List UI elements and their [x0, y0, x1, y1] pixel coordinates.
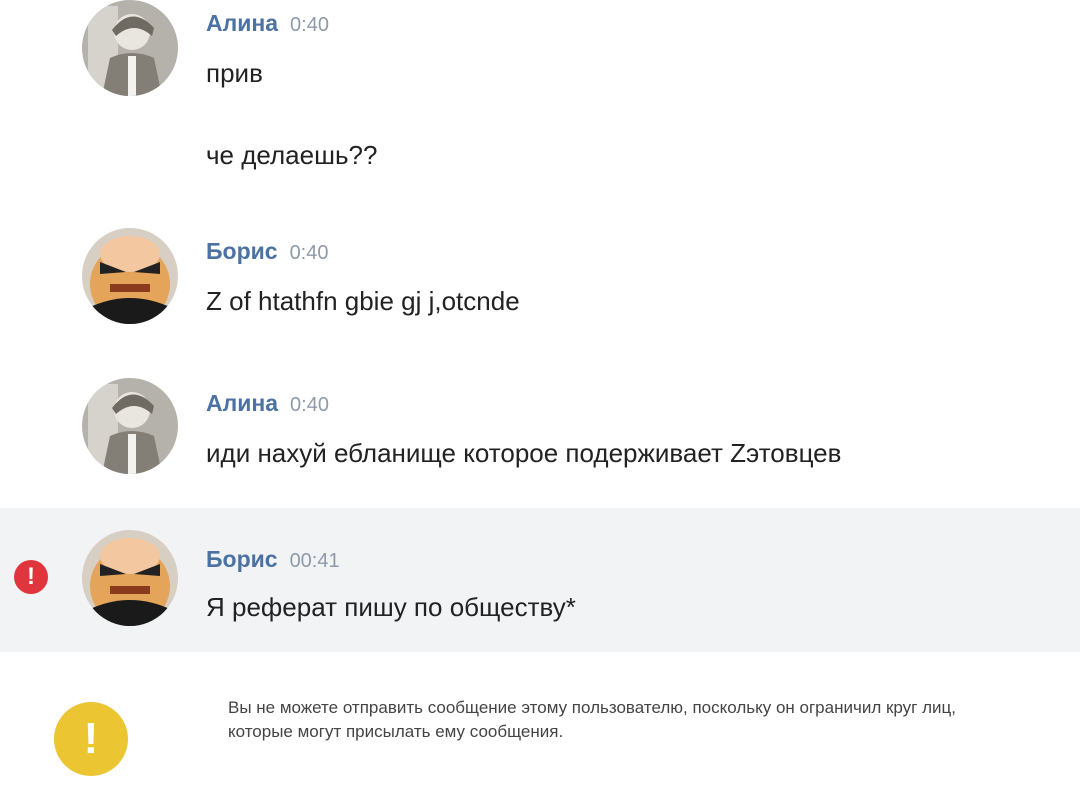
- avatar-alina[interactable]: [82, 0, 178, 96]
- message-text: Z of htathfn gbie gj j,otcnde: [206, 286, 520, 316]
- message-text: иди нахуй ебланище которое подерживает Z…: [206, 438, 842, 468]
- message-time[interactable]: 0:40: [290, 394, 329, 416]
- author-name[interactable]: Алина: [206, 10, 278, 36]
- chat-history: Алина 0:40 прив че делаешь?? Борис 0:40 Z …: [0, 0, 1080, 800]
- cannot-send-notice: Вы не можете отправить сообщение этому п…: [228, 698, 956, 741]
- message-text: Я реферат пишу по обществу*: [206, 592, 576, 622]
- message-time[interactable]: 0:40: [290, 14, 329, 36]
- send-error-icon[interactable]: !: [14, 560, 48, 594]
- message-text: че делаешь??: [206, 140, 378, 170]
- avatar-boris[interactable]: [82, 530, 178, 626]
- message-text: прив: [206, 58, 263, 88]
- warning-icon: !: [54, 702, 128, 776]
- author-name[interactable]: Алина: [206, 390, 278, 416]
- avatar-alina[interactable]: [82, 378, 178, 474]
- message-time[interactable]: 00:41: [290, 550, 340, 572]
- message-alina-1: Алина 0:40 прив че делаешь??: [0, 0, 1080, 200]
- author-name[interactable]: Борис: [206, 546, 278, 572]
- author-name[interactable]: Борис: [206, 238, 278, 264]
- message-boris-failed[interactable]: Борис 00:41 Я реферат пишу по обществу*: [0, 508, 1080, 652]
- message-boris-1: Борис 0:40 Z of htathfn gbie gj j,otcnde: [0, 228, 1080, 338]
- avatar-boris[interactable]: [82, 228, 178, 324]
- message-alina-2: Алина 0:40 иди нахуй ебланище которое под…: [0, 378, 1080, 488]
- message-time[interactable]: 0:40: [290, 242, 329, 264]
